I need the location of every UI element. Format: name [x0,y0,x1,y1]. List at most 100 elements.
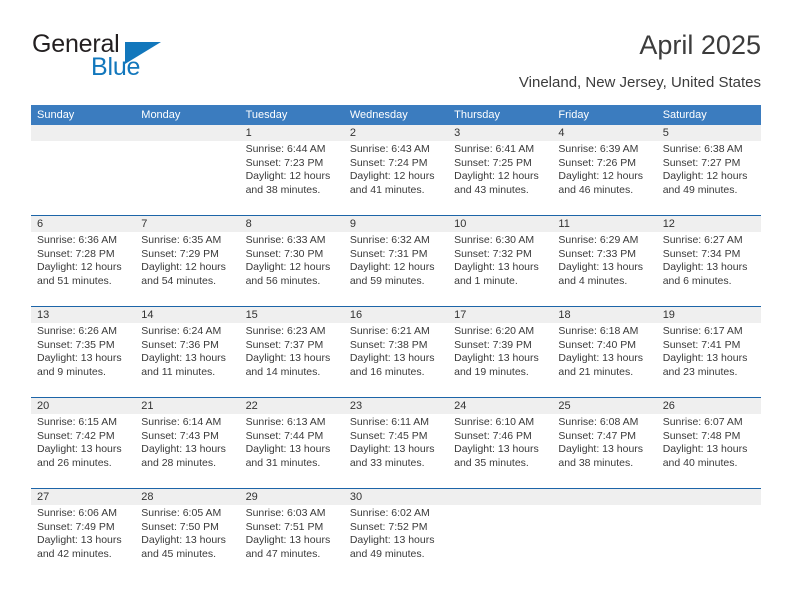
day-cell[interactable]: 26 Sunrise: 6:07 AM Sunset: 7:48 PM Dayligh… [657,398,761,488]
sunrise-text: Sunrise: 6:20 AM [454,325,535,337]
day-cell[interactable]: 7 Sunrise: 6:35 AM Sunset: 7:29 PM Daylight… [135,216,239,306]
day-cell[interactable]: 20 Sunrise: 6:15 AM Sunset: 7:42 PM Dayligh… [31,398,135,488]
daylight-line2-text: and 43 minutes. [454,183,529,196]
weekday-header-saturday: Saturday [662,109,707,121]
sunset-text: Sunset: 7:48 PM [662,429,741,442]
sun-info: Sunrise: 6:39 AM Sunset: 7:26 PM Daylight:… [558,143,656,197]
sun-info: Sunrise: 6:13 AM Sunset: 7:44 PM Daylight:… [246,416,344,470]
day-number: 23 [349,400,363,412]
day-cell-empty [135,125,239,215]
day-number: 11 [558,218,570,230]
daylight-line1-text: Daylight: 12 hours [37,261,122,274]
day-cell[interactable]: 4 Sunrise: 6:39 AM Sunset: 7:26 PM Daylight… [552,125,656,215]
day-number: 15 [245,309,258,321]
day-number: 29 [245,491,258,503]
day-number: 10 [454,218,467,230]
day-cell[interactable]: 21 Sunrise: 6:14 AM Sunset: 7:43 PM Dayligh… [135,398,239,488]
week-cells: 13 Sunrise: 6:26 AM Sunset: 7:35 PM Dayligh… [31,307,761,397]
daylight-line2-text: and 23 minutes. [662,365,738,378]
sunset-text: Sunset: 7:52 PM [349,520,428,533]
sun-info: Sunrise: 6:02 AM Sunset: 7:52 PM Daylight:… [350,507,448,561]
day-number: 26 [662,400,675,412]
sunset-text: Sunset: 7:45 PM [349,429,428,442]
sunset-text: Sunset: 7:31 PM [349,247,428,260]
daylight-line2-text: and 35 minutes. [454,456,529,469]
day-number: 13 [37,309,50,321]
daylight-line2-text: and 59 minutes. [349,274,425,287]
day-number: 28 [141,491,154,503]
day-cell[interactable]: 11 Sunrise: 6:29 AM Sunset: 7:33 PM Dayligh… [552,216,656,306]
day-cell[interactable]: 25 Sunrise: 6:08 AM Sunset: 7:47 PM Dayligh… [552,398,656,488]
day-cell[interactable]: 22 Sunrise: 6:13 AM Sunset: 7:44 PM Dayligh… [240,398,344,488]
week-cells: 20 Sunrise: 6:15 AM Sunset: 7:42 PM Dayligh… [31,398,761,488]
calendar-grid: Sunday Monday Tuesday Wednesday Thursday Frid… [31,105,761,579]
day-cell[interactable]: 12 Sunrise: 6:27 AM Sunset: 7:34 PM Dayligh… [657,216,761,306]
daylight-line1-text: Daylight: 13 hours [349,443,435,456]
sunset-text: Sunset: 7:50 PM [141,520,219,533]
day-number: 1 [245,127,252,139]
day-cell[interactable]: 24 Sunrise: 6:10 AM Sunset: 7:46 PM Dayligh… [448,398,552,488]
sunset-text: Sunset: 7:38 PM [349,338,428,351]
day-cell[interactable]: 10 Sunrise: 6:30 AM Sunset: 7:32 PM Dayligh… [448,216,552,306]
sunrise-text: Sunrise: 6:23 AM [245,325,326,337]
day-number: 5 [662,127,669,139]
day-cell[interactable]: 29 Sunrise: 6:03 AM Sunset: 7:51 PM Dayligh… [240,489,344,579]
day-number: 7 [141,218,148,230]
daylight-line2-text: and 14 minutes. [245,365,321,378]
calendar-week-row: 27 Sunrise: 6:06 AM Sunset: 7:49 PM Dayligh… [31,488,761,579]
day-number: 2 [349,127,356,139]
daylight-line2-text: and 33 minutes. [349,456,425,469]
day-cell[interactable]: 9 Sunrise: 6:32 AM Sunset: 7:31 PM Daylight… [344,216,448,306]
sunset-text: Sunset: 7:46 PM [454,429,532,442]
day-cell[interactable]: 8 Sunrise: 6:33 AM Sunset: 7:30 PM Daylight… [240,216,344,306]
day-cell[interactable]: 14 Sunrise: 6:24 AM Sunset: 7:36 PM Dayligh… [135,307,239,397]
day-number: 3 [454,127,461,139]
sun-info: Sunrise: 6:32 AM Sunset: 7:31 PM Daylight:… [350,234,448,288]
day-cell[interactable]: 15 Sunrise: 6:23 AM Sunset: 7:37 PM Dayligh… [240,307,344,397]
sunset-text: Sunset: 7:43 PM [141,429,219,442]
daylight-line1-text: Daylight: 13 hours [141,352,226,365]
sunrise-text: Sunrise: 6:18 AM [558,325,639,337]
day-cell-empty [448,489,552,579]
calendar-week-row: 13 Sunrise: 6:26 AM Sunset: 7:35 PM Dayligh… [31,306,761,397]
day-cell[interactable]: 2 Sunrise: 6:43 AM Sunset: 7:24 PM Daylight… [344,125,448,215]
calendar-page: General Blue April 2025 Vineland, New Je… [0,0,792,612]
sunset-text: Sunset: 7:36 PM [141,338,219,351]
day-cell[interactable]: 19 Sunrise: 6:17 AM Sunset: 7:41 PM Dayligh… [657,307,761,397]
title-block: April 2025 Vineland, New Jersey, United … [519,28,761,94]
day-cell[interactable]: 16 Sunrise: 6:21 AM Sunset: 7:38 PM Dayligh… [344,307,448,397]
day-cell[interactable]: 17 Sunrise: 6:20 AM Sunset: 7:39 PM Dayligh… [448,307,552,397]
weekday-header-monday: Monday [141,109,181,121]
day-cell[interactable]: 27 Sunrise: 6:06 AM Sunset: 7:49 PM Dayligh… [31,489,135,579]
day-cell[interactable]: 23 Sunrise: 6:11 AM Sunset: 7:45 PM Dayligh… [344,398,448,488]
sunrise-text: Sunrise: 6:36 AM [37,234,117,246]
sun-info: Sunrise: 6:14 AM Sunset: 7:43 PM Daylight:… [141,416,239,470]
day-cell[interactable]: 6 Sunrise: 6:36 AM Sunset: 7:28 PM Daylight… [31,216,135,306]
day-cell[interactable]: 28 Sunrise: 6:05 AM Sunset: 7:50 PM Dayligh… [135,489,239,579]
day-cell[interactable]: 1 Sunrise: 6:44 AM Sunset: 7:23 PM Daylight… [240,125,344,215]
sun-info: Sunrise: 6:08 AM Sunset: 7:47 PM Daylight:… [558,416,656,470]
day-number: 30 [349,491,363,503]
sun-info: Sunrise: 6:03 AM Sunset: 7:51 PM Daylight:… [246,507,344,561]
sunset-text: Sunset: 7:41 PM [662,338,741,351]
day-cell[interactable]: 5 Sunrise: 6:38 AM Sunset: 7:27 PM Daylight… [657,125,761,215]
day-cell[interactable]: 3 Sunrise: 6:41 AM Sunset: 7:25 PM Daylight… [448,125,552,215]
sunrise-text: Sunrise: 6:38 AM [662,143,743,155]
brand-logo[interactable]: General Blue [31,28,241,88]
daylight-line2-text: and 11 minutes. [141,365,216,378]
day-cell[interactable]: 18 Sunrise: 6:18 AM Sunset: 7:40 PM Dayligh… [552,307,656,397]
sun-info: Sunrise: 6:35 AM Sunset: 7:29 PM Daylight:… [141,234,239,288]
weekday-header-friday: Friday [558,109,589,121]
week-cells: 6 Sunrise: 6:36 AM Sunset: 7:28 PM Daylight… [31,216,761,306]
sun-info: Sunrise: 6:27 AM Sunset: 7:34 PM Daylight:… [663,234,761,288]
page-title: April 2025 [639,30,761,60]
sunset-text: Sunset: 7:51 PM [245,520,324,533]
daylight-line1-text: Daylight: 13 hours [37,352,122,365]
daylight-line2-text: and 51 minutes. [37,274,112,287]
day-cell[interactable]: 13 Sunrise: 6:26 AM Sunset: 7:35 PM Dayligh… [31,307,135,397]
daylight-line2-text: and 1 minute. [454,274,518,287]
sun-info: Sunrise: 6:30 AM Sunset: 7:32 PM Daylight:… [454,234,552,288]
daylight-line1-text: Daylight: 13 hours [454,261,539,274]
daylight-line2-text: and 16 minutes. [349,365,425,378]
day-cell[interactable]: 30 Sunrise: 6:02 AM Sunset: 7:52 PM Dayligh… [344,489,448,579]
